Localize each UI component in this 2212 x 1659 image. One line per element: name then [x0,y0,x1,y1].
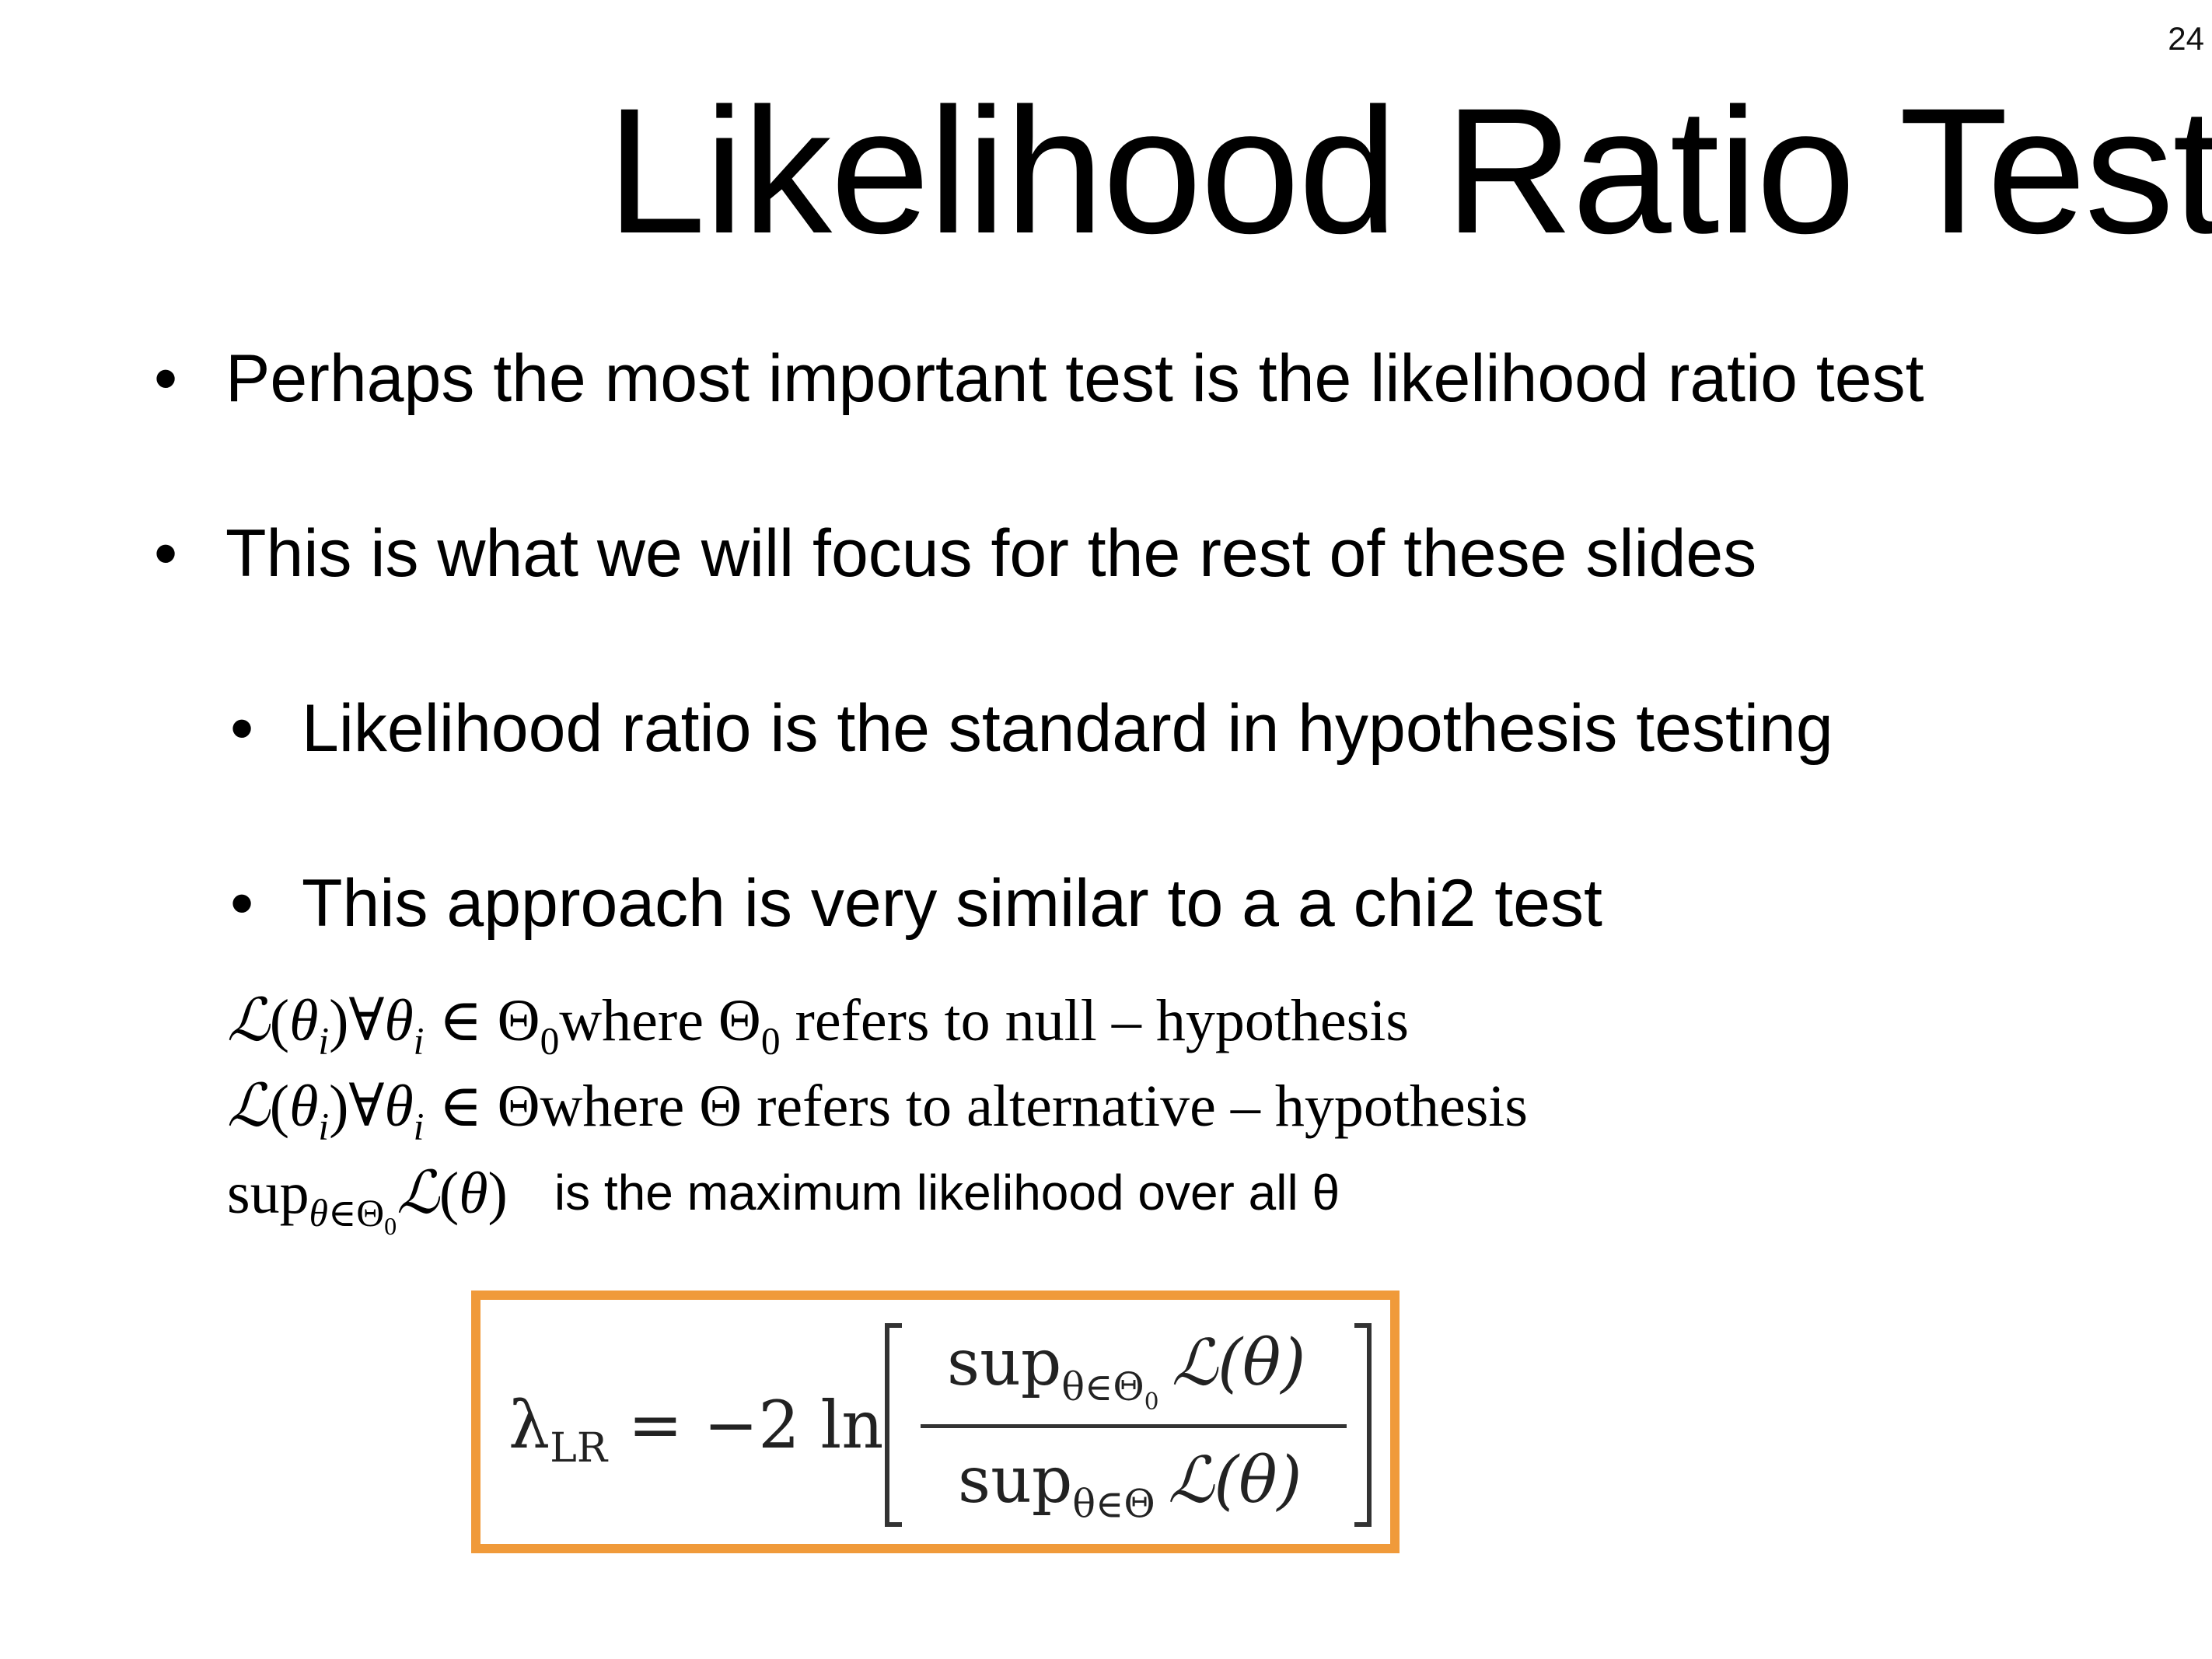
sup-subscript-index: 0 [1144,1388,1159,1415]
slide-title: Likelihood Ratio Test [606,71,2212,271]
bullet-text-2: This is what we will focus for the rest … [225,516,1757,591]
formula-equals: = −2 ln [607,1387,884,1463]
sup-subscript: θ∈Θ [1072,1481,1155,1527]
sup-operator: sup [947,1326,1062,1400]
math-expression: ℒ(θi)∀θi ∈ Θwhere Θ [227,1074,743,1148]
bullet-dot-icon: • [230,691,254,766]
bullet-dot-icon: • [230,866,254,941]
likelihood-function: ℒ(θ) [1171,1326,1306,1400]
math-alt-label: refers to alternative – hypothesis [742,1074,1528,1139]
math-expression: supθ∈Θ0ℒ(θ) [227,1161,508,1241]
bullet-text-1: Perhaps the most important test is the l… [225,341,1924,416]
math-expression: ℒ(θi)∀θi ∈ Θ0where Θ0 [227,988,781,1063]
sup-operator: sup [958,1444,1073,1518]
math-null-label: refers to null – hypothesis [780,988,1409,1053]
sub-bullet-item-1: • Likelihood ratio is the standard in hy… [230,691,1833,766]
likelihood-ratio-formula-box: λLR = −2 ln supθ∈Θ0 ℒ(θ) supθ∈Θ ℒ(θ) [471,1291,1400,1553]
math-sup-description: is the maximum likelihood over all θ [554,1165,1340,1221]
math-null-hypothesis: ℒ(θi)∀θi ∈ Θ0where Θ0 refers to null – h… [227,991,1409,1060]
lambda-subscript: LR [550,1425,608,1472]
right-bracket [1354,1323,1372,1527]
page-number: 24 [2168,20,2204,57]
sup-subscript: θ∈Θ [1061,1364,1144,1409]
bullet-item-2: • This is what we will focus for the res… [154,516,1757,591]
sub-bullet-text-2: This approach is very similar to a a chi… [302,866,1602,941]
likelihood-function: ℒ(θ) [1168,1444,1302,1518]
formula-denominator: supθ∈Θ ℒ(θ) [958,1444,1302,1527]
sub-bullet-item-2: • This approach is very similar to a a c… [230,866,1602,941]
likelihood-ratio-formula: λLR = −2 ln supθ∈Θ0 ℒ(θ) supθ∈Θ ℒ(θ) [480,1300,1390,1544]
formula-numerator: supθ∈Θ0 ℒ(θ) [947,1326,1305,1414]
bullet-dot-icon: • [154,516,178,591]
math-sup-definition: supθ∈Θ0ℒ(θ) is the maximum likelihood ove… [227,1164,1340,1239]
fraction-line [921,1424,1347,1428]
bullet-dot-icon: • [154,341,178,416]
math-alternative-hypothesis: ℒ(θi)∀θi ∈ Θwhere Θ refers to alternativ… [227,1077,1528,1146]
formula-lhs: λLR = −2 ln [508,1387,883,1472]
bullet-item-1: • Perhaps the most important test is the… [154,341,1924,416]
left-bracket [885,1323,902,1527]
lambda-symbol: λ [508,1387,550,1463]
sub-bullet-text-1: Likelihood ratio is the standard in hypo… [302,691,1833,766]
